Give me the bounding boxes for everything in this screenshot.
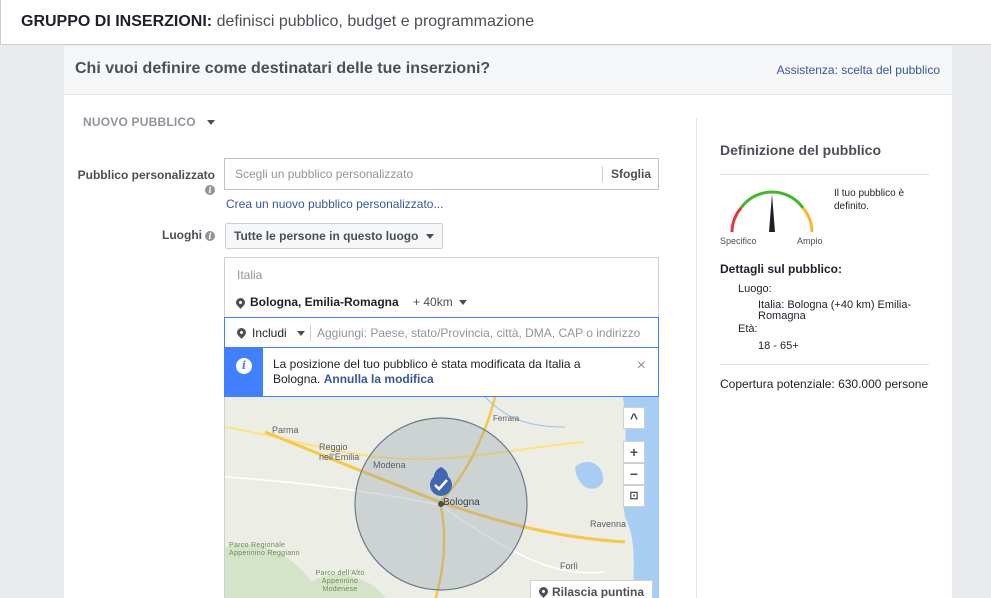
gauge-yellow-segment [801,207,814,233]
audience-panel: Chi vuoi definire come destinatari delle… [64,46,952,598]
info-icon: i [205,184,215,195]
close-icon[interactable]: × [637,357,646,375]
release-pin-button[interactable]: Rilascia puntina [530,580,654,598]
location-city: Bologna, Emilia-Romagna [250,295,399,309]
browse-button[interactable]: Sfoglia [601,166,658,182]
include-dropdown[interactable]: Includi [235,326,306,340]
gauge-label-broad: Ampio [797,236,823,246]
map-label-ravenna: Ravenna [590,519,627,529]
release-pin-label: Rilascia puntina [552,585,645,598]
chevron-down-icon [207,120,216,126]
radius-dropdown[interactable]: + 40km [413,295,468,309]
map-label-bologna: Bologna [443,497,480,508]
panel-header: Chi vuoi definire come destinatari delle… [64,46,952,95]
recenter-icon[interactable]: ⊡ [623,485,645,507]
include-label: Includi [252,326,287,340]
gauge-red-segment [730,207,743,233]
divider [310,325,311,341]
notice-bar: i [225,348,263,396]
location-list: Italia Bologna, Emilia-Romagna + 40km [224,257,659,318]
header-title-bold: GRUPPO DI INSERZIONI: [21,13,213,30]
map-label-modena: Modena [373,460,406,470]
location-pin-icon [235,326,248,339]
chevron-down-icon [297,331,306,337]
chevron-down-icon [425,234,434,240]
location-pin-icon [234,296,247,309]
chevron-down-icon [459,300,468,306]
custom-audience-input[interactable] [225,159,595,189]
age-detail-value: 18 - 65+ [758,340,799,352]
divider [720,364,929,365]
age-detail-label: Età: [738,323,758,335]
map-label-park-2: Parco dell'Alto Appennino Modenese [315,570,365,593]
audience-definition-title: Definizione del pubblico [720,142,881,158]
gauge-needle [769,194,775,232]
create-custom-audience-link[interactable]: Crea un nuovo pubblico personalizzato... [226,197,443,211]
collapse-map-button[interactable]: ^ [623,407,645,429]
location-notice: i La posizione del tuo pubblico è stata … [224,348,659,397]
audience-status: Il tuo pubblico è definito. [834,188,905,212]
info-icon: i [205,230,215,241]
gauge-label-specific: Specifico [720,236,757,246]
map-label-forli: Forlì [560,561,578,571]
audience-gauge [730,190,814,233]
location-mode-label: Tutte le persone in questo luogo [234,229,419,243]
undo-change-link[interactable]: Annulla la modifica [324,372,434,386]
locations-label: Luoghi i [70,228,215,242]
location-detail-value: Italia: Bologna (+40 km) Emilia-Romagna [758,299,912,322]
audience-selector-label: NUOVO PUBBLICO [83,115,196,129]
help-link[interactable]: Assistenza: scelta del pubblico [777,63,940,77]
location-mode-dropdown[interactable]: Tutte le persone in questo luogo [225,223,443,249]
location-country: Italia [237,268,263,282]
notice-text: La posizione del tuo pubblico è stata mo… [273,357,581,386]
include-row: Includi [224,317,659,348]
section-title: Chi vuoi definire come destinatari delle… [75,60,491,77]
radius-value: + 40km [413,295,453,309]
custom-audience-field: Sfoglia [224,158,659,190]
location-map[interactable]: Parma Reggio nell'Emilia Modena Bologna … [224,397,659,598]
location-search-input[interactable] [317,319,657,346]
location-detail-label: Luogo: [738,283,772,295]
zoom-out-button[interactable]: − [623,463,645,485]
map-label-reggio: Reggio nell'Emilia [319,442,360,462]
location-pin-icon [537,585,550,598]
page-header: GRUPPO DI INSERZIONI: definisci pubblico… [0,0,991,45]
column-divider [696,118,697,598]
audience-details-title: Dettagli sul pubblico: [720,262,842,276]
potential-reach: Copertura potenziale: 630.000 persone [720,377,929,391]
map-label-parma: Parma [272,425,299,435]
audience-selector[interactable]: NUOVO PUBBLICO [83,115,216,129]
custom-audience-label: Pubblico personalizzatoi [77,168,215,195]
header-title-rest: definisci pubblico, budget e programmazi… [212,13,535,30]
info-icon: i [236,358,252,374]
map-label-park-1: Parco Regionale Appennino Reggiano [229,542,300,557]
zoom-in-button[interactable]: + [623,441,645,463]
divider [720,174,929,175]
map-label-ferrara: Ferrara [493,414,520,423]
